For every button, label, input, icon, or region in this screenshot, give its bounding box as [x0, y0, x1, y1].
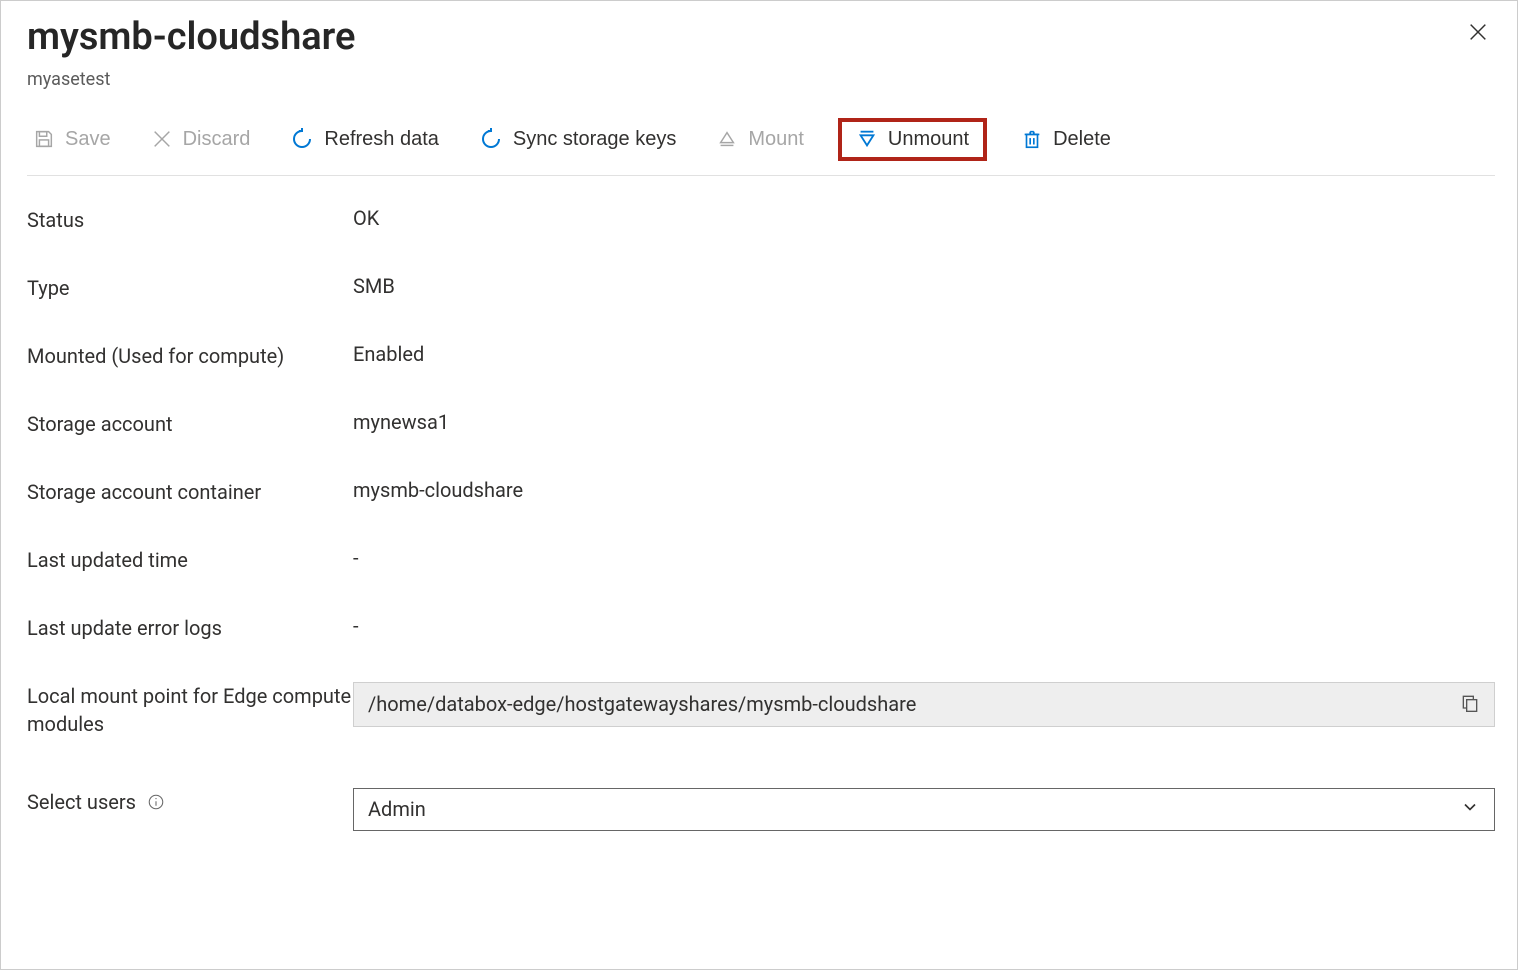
mount-icon: [716, 128, 738, 150]
sync-storage-keys-button[interactable]: Sync storage keys: [473, 123, 682, 155]
properties-section: Status OK Type SMB Mounted (Used for com…: [27, 206, 1495, 831]
delete-label: Delete: [1053, 128, 1111, 151]
close-button[interactable]: [1461, 15, 1495, 52]
page-title: mysmb-cloudshare: [27, 15, 355, 61]
row-mount-point: Local mount point for Edge compute modul…: [27, 682, 1495, 738]
value-mounted: Enabled: [353, 342, 1495, 366]
value-status: OK: [353, 206, 1495, 230]
refresh-icon: [290, 127, 314, 151]
value-storage-account: mynewsa1: [353, 410, 1495, 434]
discard-label: Discard: [183, 128, 251, 151]
row-last-updated: Last updated time -: [27, 546, 1495, 574]
select-users-text: Select users: [27, 788, 136, 816]
panel-header: mysmb-cloudshare myasetest: [27, 15, 1495, 90]
row-type: Type SMB: [27, 274, 1495, 302]
delete-button[interactable]: Delete: [1015, 124, 1117, 155]
save-icon: [33, 128, 55, 150]
sync-label: Sync storage keys: [513, 128, 676, 151]
label-status: Status: [27, 206, 353, 234]
row-storage-container: Storage account container mysmb-cloudsha…: [27, 478, 1495, 506]
mount-point-field: /home/databox-edge/hostgatewayshares/mys…: [353, 682, 1495, 727]
copy-icon: [1460, 693, 1480, 713]
command-bar: Save Discard Refresh data: [27, 118, 1495, 176]
value-type: SMB: [353, 274, 1495, 298]
discard-icon: [151, 128, 173, 150]
info-icon[interactable]: [146, 792, 166, 812]
label-last-updated: Last updated time: [27, 546, 353, 574]
title-block: mysmb-cloudshare myasetest: [27, 15, 355, 90]
copy-mount-point-button[interactable]: [1458, 691, 1482, 718]
label-storage-account: Storage account: [27, 410, 353, 438]
save-label: Save: [65, 128, 111, 151]
label-mounted: Mounted (Used for compute): [27, 342, 353, 370]
mount-point-value: /home/databox-edge/hostgatewayshares/mys…: [368, 692, 916, 716]
label-type: Type: [27, 274, 353, 302]
label-mount-point: Local mount point for Edge compute modul…: [27, 682, 353, 738]
refresh-label: Refresh data: [324, 128, 439, 151]
value-error-logs: -: [353, 614, 1495, 638]
row-select-users: Select users Admin: [27, 788, 1495, 831]
value-storage-container: mysmb-cloudshare: [353, 478, 1495, 502]
delete-icon: [1021, 128, 1043, 150]
select-users-value: Admin: [368, 797, 426, 821]
label-storage-container: Storage account container: [27, 478, 353, 506]
page-subtitle: myasetest: [27, 69, 355, 90]
mount-label: Mount: [748, 128, 804, 151]
label-error-logs: Last update error logs: [27, 614, 353, 642]
discard-button: Discard: [145, 124, 257, 155]
refresh-data-button[interactable]: Refresh data: [284, 123, 445, 155]
unmount-label: Unmount: [888, 128, 969, 151]
select-users-dropdown[interactable]: Admin: [353, 788, 1495, 831]
save-button: Save: [27, 124, 117, 155]
share-detail-panel: mysmb-cloudshare myasetest Save: [0, 0, 1518, 970]
sync-icon: [479, 127, 503, 151]
unmount-button[interactable]: Unmount: [838, 118, 987, 161]
mount-button: Mount: [710, 124, 810, 155]
value-last-updated: -: [353, 546, 1495, 570]
row-status: Status OK: [27, 206, 1495, 234]
row-error-logs: Last update error logs -: [27, 614, 1495, 642]
label-select-users: Select users: [27, 788, 353, 816]
row-mounted: Mounted (Used for compute) Enabled: [27, 342, 1495, 370]
unmount-icon: [856, 128, 878, 150]
row-storage-account: Storage account mynewsa1: [27, 410, 1495, 438]
close-icon: [1467, 21, 1489, 43]
chevron-down-icon: [1460, 797, 1480, 822]
